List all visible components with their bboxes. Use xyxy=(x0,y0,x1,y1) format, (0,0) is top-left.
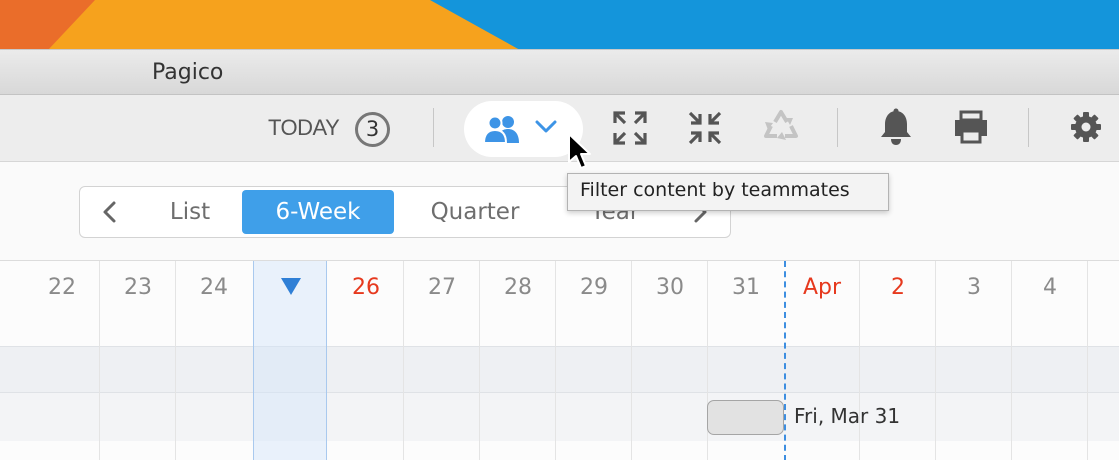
bell-icon[interactable] xyxy=(879,108,913,146)
toolbar-divider xyxy=(433,108,434,147)
mouse-cursor-icon xyxy=(568,133,591,169)
desktop-wallpaper xyxy=(0,0,1119,50)
toolbar-divider xyxy=(1028,108,1029,147)
gear-icon[interactable] xyxy=(1070,111,1102,143)
day-label[interactable]: 29 xyxy=(556,275,632,300)
day-label[interactable]: 30 xyxy=(632,275,708,300)
day-label[interactable]: 31 xyxy=(708,275,784,300)
day-label[interactable]: 24 xyxy=(176,275,252,300)
calendar-grid: 22 23 24 26 27 28 29 30 31 Apr 2 3 4 Fri… xyxy=(0,260,1119,460)
day-label[interactable]: 27 xyxy=(404,275,480,300)
chevron-down-icon xyxy=(535,120,557,133)
today-button[interactable]: TODAY xyxy=(268,115,340,141)
view-option-6-week[interactable]: 6-Week xyxy=(242,190,394,234)
view-option-quarter[interactable]: Quarter xyxy=(400,190,550,234)
today-count-badge[interactable]: 3 xyxy=(355,112,390,147)
day-label[interactable]: 26 xyxy=(328,275,404,300)
recycle-icon[interactable] xyxy=(762,109,800,147)
window-titlebar: Pagico xyxy=(0,49,1119,95)
day-label[interactable]: 2 xyxy=(860,275,936,300)
day-label[interactable]: 28 xyxy=(480,275,556,300)
day-label[interactable]: 23 xyxy=(100,275,176,300)
tooltip: Filter content by teammates xyxy=(567,173,889,211)
window-title: Pagico xyxy=(152,60,224,85)
calendar-row xyxy=(0,393,1119,441)
expand-icon[interactable] xyxy=(613,111,647,145)
chevron-left-icon[interactable] xyxy=(100,200,120,224)
collapse-icon[interactable] xyxy=(688,111,722,145)
calendar-row xyxy=(0,346,1119,393)
view-option-list[interactable]: List xyxy=(140,190,240,234)
teammates-icon xyxy=(484,115,519,144)
event-label: Fri, Mar 31 xyxy=(794,404,901,428)
wallpaper-art xyxy=(0,0,1119,50)
toolbar-divider xyxy=(837,108,838,147)
day-label[interactable]: 3 xyxy=(936,275,1012,300)
day-label[interactable]: 4 xyxy=(1012,275,1088,300)
print-icon[interactable] xyxy=(952,110,990,144)
day-label[interactable]: 22 xyxy=(24,275,100,300)
today-marker-icon xyxy=(281,278,301,295)
view-switcher-area: List 6-Week Quarter Year xyxy=(0,162,1119,260)
day-label[interactable]: Apr xyxy=(784,275,860,300)
team-filter-button[interactable] xyxy=(464,101,583,157)
main-toolbar: TODAY 3 xyxy=(0,95,1119,162)
event-bar[interactable] xyxy=(707,400,784,435)
